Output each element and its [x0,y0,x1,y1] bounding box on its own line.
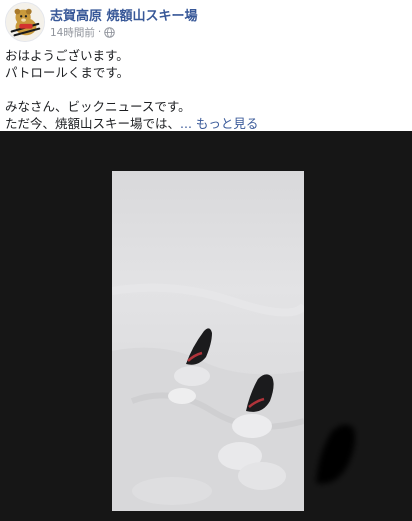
see-more-link[interactable]: もっと見る [196,116,259,131]
page-avatar[interactable] [5,2,45,42]
bear-mascot-icon [6,3,44,41]
post-timestamp[interactable]: 14時間前 [50,25,95,40]
globe-icon[interactable] [104,26,115,38]
ski-shadow-blur [306,413,362,493]
post-line-truncated: ただ今、焼額山スキー場では、... もっと見る [5,115,405,132]
post-message: おはようございます。 パトロールくまです。 みなさん、ビックニュースです。 ただ… [5,47,405,132]
post-meta: 14時間前 · [50,25,115,39]
ellipsis: ... [180,116,196,131]
page-name-link[interactable]: 志賀高原 焼額山スキー場 [50,5,198,24]
post-header: 志賀高原 焼額山スキー場 14時間前 · [0,0,412,44]
post-line: おはようございます。 [5,48,129,63]
ski-tips-in-powder-snow-image [112,283,304,511]
meta-separator: · [97,26,102,38]
video-frame[interactable] [112,171,304,511]
post-video[interactable] [0,131,412,521]
post-line: パトロールくまです。 [5,65,130,80]
post-line: ただ今、焼額山スキー場では、 [5,116,181,131]
post-line: みなさん、ビックニュースです。 [5,99,191,114]
